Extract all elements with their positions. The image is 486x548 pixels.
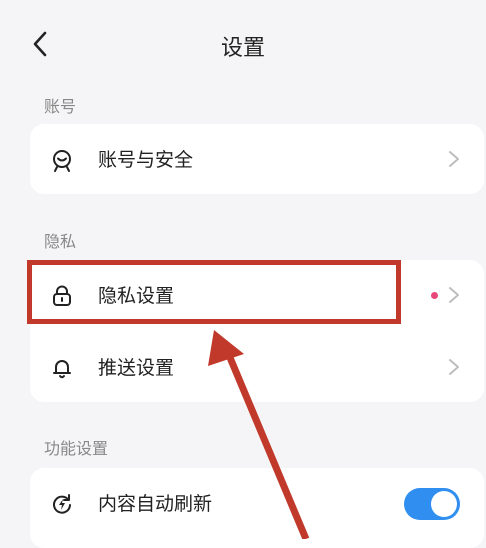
settings-item-account-security[interactable]: 账号与安全 xyxy=(30,124,484,194)
bell-icon xyxy=(53,360,71,379)
features-card: 内容自动刷新 xyxy=(30,468,484,548)
page-title: 设置 xyxy=(220,36,265,61)
header: 设置 xyxy=(0,0,486,88)
settings-item-label: 内容自动刷新 xyxy=(98,493,213,515)
notification-dot xyxy=(431,292,438,299)
chevron-right-icon xyxy=(449,359,459,375)
toggle-knob xyxy=(431,491,457,517)
settings-item-label: 推送设置 xyxy=(98,357,175,379)
chevron-right-icon xyxy=(449,287,459,303)
refresh-icon xyxy=(53,494,71,514)
chevron-right-icon xyxy=(449,151,459,167)
settings-item-push[interactable]: 推送设置 xyxy=(30,332,484,402)
settings-item-privacy[interactable]: 隐私设置 xyxy=(30,260,484,330)
lock-icon xyxy=(53,285,71,306)
settings-item-auto-refresh: 内容自动刷新 xyxy=(30,468,484,538)
section-label-features: 功能设置 xyxy=(44,439,109,458)
settings-item-label: 账号与安全 xyxy=(98,149,194,171)
auto-refresh-toggle[interactable] xyxy=(404,488,460,520)
account-security-icon xyxy=(53,150,71,172)
account-card: 账号与安全 xyxy=(30,124,484,194)
section-label-account: 账号 xyxy=(44,97,77,116)
section-label-privacy: 隐私 xyxy=(44,232,77,251)
privacy-card: 隐私设置 推送设置 xyxy=(30,260,484,402)
settings-item-label: 隐私设置 xyxy=(98,285,175,307)
